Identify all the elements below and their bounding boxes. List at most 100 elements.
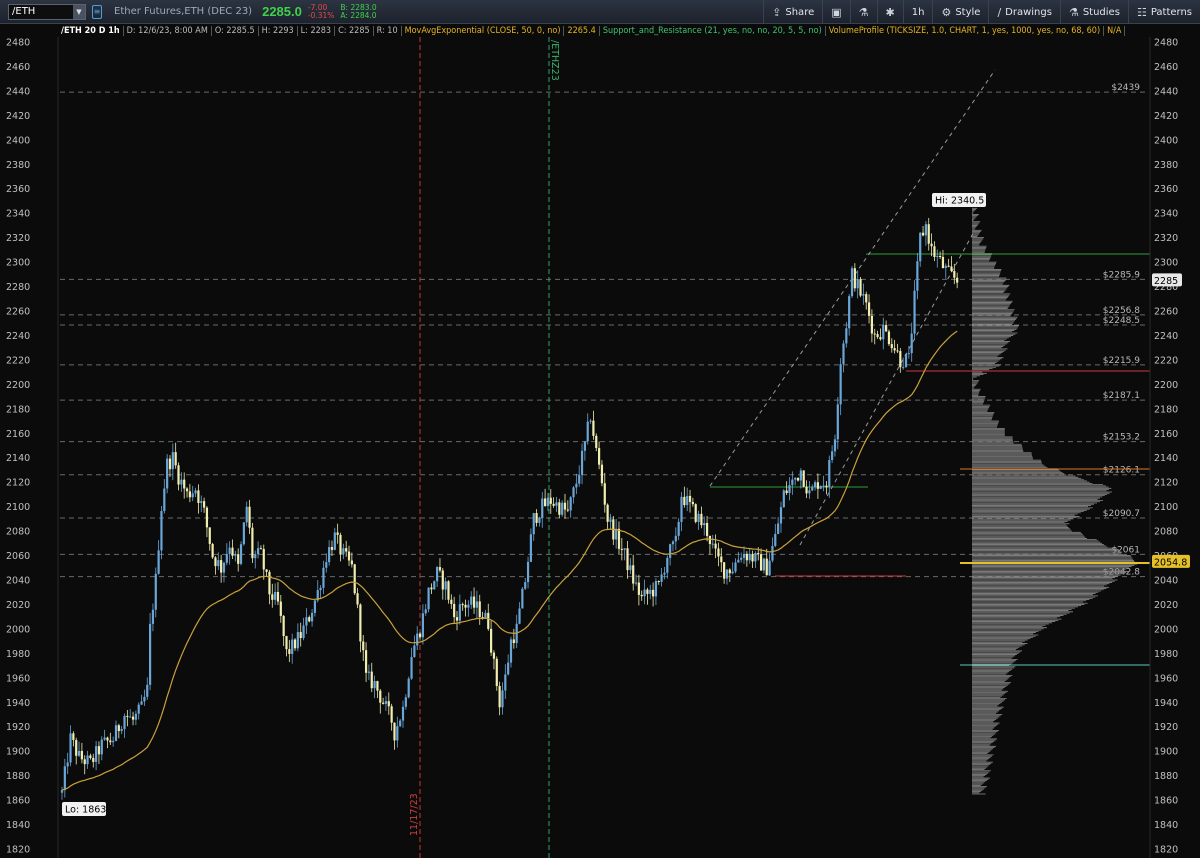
candle-body bbox=[129, 716, 132, 718]
candle-body bbox=[637, 582, 640, 595]
candle-body bbox=[669, 544, 672, 558]
sr-study-label[interactable]: Support_and_Resistance (21, yes, no, no,… bbox=[600, 25, 826, 36]
candle-body bbox=[436, 567, 439, 582]
candle-body bbox=[572, 487, 575, 498]
y-tick-label-left: 2140 bbox=[6, 453, 30, 464]
candle-body bbox=[774, 533, 777, 546]
candle-body bbox=[291, 639, 294, 654]
candle-body bbox=[643, 589, 646, 597]
y-tick-label-left: 2260 bbox=[6, 307, 30, 318]
candle-body bbox=[504, 674, 507, 691]
candle-body bbox=[808, 490, 811, 494]
candle-body bbox=[521, 588, 524, 609]
y-tick-label-right: 1900 bbox=[1154, 747, 1178, 758]
candle-body bbox=[242, 522, 245, 545]
candle-body bbox=[703, 522, 706, 526]
candle-body bbox=[487, 612, 490, 629]
candle-body bbox=[924, 224, 927, 236]
candle-body bbox=[80, 750, 83, 760]
candle-body bbox=[632, 565, 635, 584]
price-level-label: $2285.9 bbox=[1103, 270, 1140, 280]
candle-body bbox=[336, 532, 339, 535]
candle-body bbox=[833, 439, 837, 452]
candle-body bbox=[137, 704, 140, 714]
candle-body bbox=[185, 488, 189, 492]
candle-body bbox=[867, 302, 871, 316]
candle-body bbox=[350, 560, 353, 565]
y-tick-label-left: 1980 bbox=[6, 649, 30, 660]
candle-body bbox=[109, 740, 112, 743]
candle-body bbox=[387, 701, 390, 707]
candle-body bbox=[731, 571, 734, 574]
candle-body bbox=[106, 737, 109, 741]
y-tick-label-left: 2040 bbox=[6, 576, 30, 587]
y-tick-label-right: 1940 bbox=[1154, 698, 1178, 709]
candle-body bbox=[657, 581, 660, 583]
candle-body bbox=[794, 477, 797, 480]
y-tick-label-left: 2360 bbox=[6, 184, 30, 195]
candle-body bbox=[342, 548, 345, 554]
candle-body bbox=[100, 739, 103, 755]
study-header: /ETH 20 D 1h D: 12/6/23, 8:00 AM O: 2285… bbox=[58, 24, 1126, 37]
y-tick-label-right: 2360 bbox=[1154, 184, 1178, 195]
vp-study-label[interactable]: VolumeProfile (TICKSIZE, 1.0, CHART, 1, … bbox=[826, 25, 1105, 36]
y-tick-label-right: 2320 bbox=[1154, 233, 1178, 244]
candle-body bbox=[211, 543, 214, 558]
candle-body bbox=[813, 482, 817, 488]
candle-body bbox=[225, 553, 228, 563]
candle-body bbox=[379, 690, 382, 703]
candle-body bbox=[586, 421, 589, 442]
candle-body bbox=[933, 246, 936, 257]
candle-body bbox=[191, 493, 194, 498]
candle-body bbox=[362, 641, 365, 651]
candle-body bbox=[438, 567, 442, 571]
y-tick-label-left: 1880 bbox=[6, 771, 30, 782]
candle-body bbox=[217, 560, 220, 567]
candle-body bbox=[558, 502, 561, 515]
price-chart[interactable]: $2439 $2285.9 $2256.8$2248.5 $2215.9 $2187.1… bbox=[0, 0, 1200, 858]
candle-body bbox=[214, 557, 217, 567]
candle-body bbox=[202, 501, 206, 508]
date-marker-label: 11/17/23 bbox=[409, 793, 420, 836]
candle-body bbox=[148, 623, 152, 685]
candle-body bbox=[97, 746, 101, 755]
candle-body bbox=[231, 547, 234, 556]
candle-body bbox=[282, 615, 285, 637]
y-tick-label-left: 1920 bbox=[6, 722, 30, 733]
candle-body bbox=[285, 636, 288, 650]
candle-body bbox=[796, 477, 800, 481]
candle-body bbox=[143, 696, 146, 702]
ema-study-label[interactable]: MovAvgExponential (CLOSE, 50, 0, no) bbox=[402, 25, 565, 36]
candle-body bbox=[370, 671, 373, 689]
candle-body bbox=[538, 518, 541, 523]
bar-date: D: 12/6/23, 8:00 AM bbox=[124, 25, 212, 36]
candle-body bbox=[947, 265, 950, 267]
candle-body bbox=[626, 548, 629, 571]
candle-body bbox=[944, 265, 947, 268]
candle-body bbox=[455, 617, 459, 621]
y-tick-label-left: 2020 bbox=[6, 600, 30, 611]
poc-price-badge: 2054.8 bbox=[1154, 557, 1187, 568]
candle-body bbox=[737, 559, 740, 563]
candle-body bbox=[873, 333, 876, 335]
y-tick-label-right: 2200 bbox=[1154, 380, 1178, 391]
candle-body bbox=[183, 479, 186, 489]
candle-body bbox=[268, 571, 271, 595]
y-tick-label-left: 2280 bbox=[6, 282, 30, 293]
y-tick-label-left: 2080 bbox=[6, 527, 30, 538]
candle-body bbox=[288, 649, 291, 654]
candle-body bbox=[907, 353, 910, 355]
candle-body bbox=[461, 604, 464, 606]
candle-body bbox=[450, 599, 453, 604]
y-tick-label-left: 2340 bbox=[6, 209, 30, 220]
candle-body bbox=[595, 435, 598, 449]
candle-body bbox=[401, 706, 405, 721]
y-tick-label-right: 2120 bbox=[1154, 478, 1178, 489]
y-tick-label-right: 2380 bbox=[1154, 160, 1178, 171]
candle-body bbox=[757, 553, 760, 555]
candle-body bbox=[779, 507, 783, 524]
y-tick-label-right: 2100 bbox=[1154, 502, 1178, 513]
candle-body bbox=[654, 581, 658, 597]
candle-body bbox=[305, 617, 308, 626]
candle-body bbox=[723, 562, 726, 579]
